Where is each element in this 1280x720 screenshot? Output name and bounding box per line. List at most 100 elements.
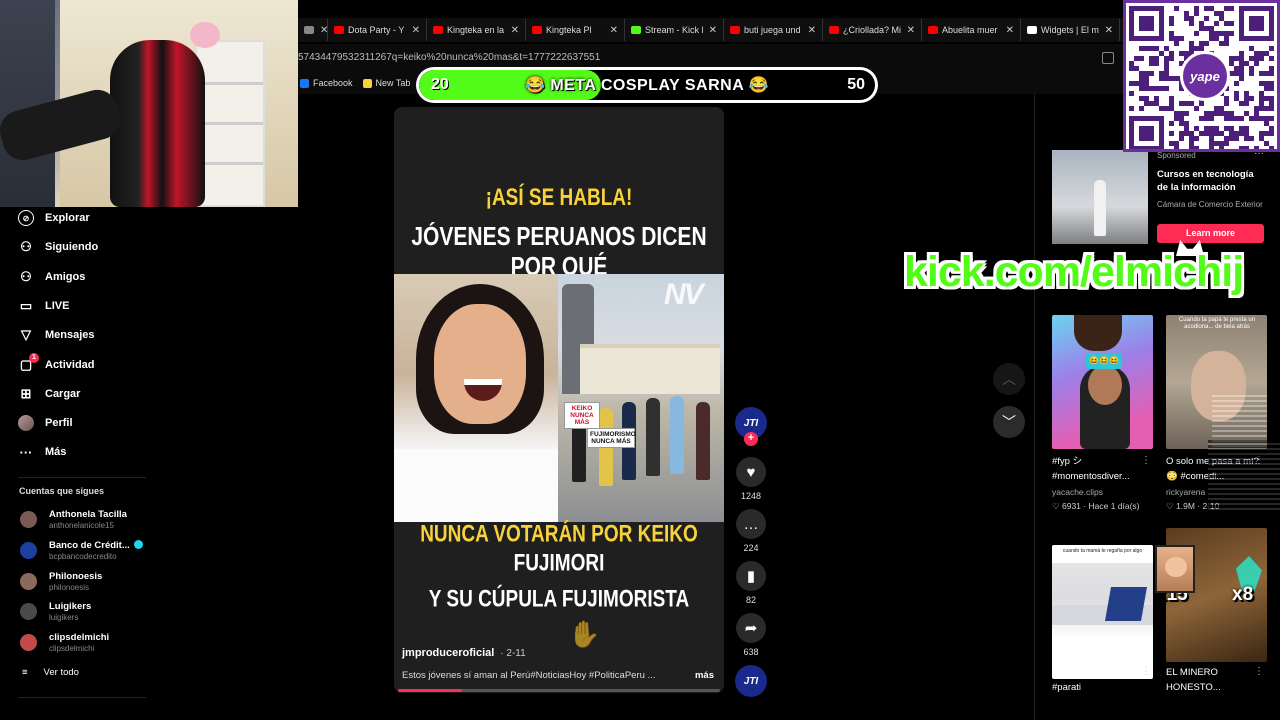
tab-close-icon[interactable]: ✕ <box>709 25 717 36</box>
meme-face <box>1165 557 1187 577</box>
qr-module <box>1264 121 1269 126</box>
recommended-video-thumbnail[interactable]: Cuando ta papá te presta un acodiona... … <box>1166 315 1267 449</box>
browser-tab-bar: ✕ Dota Party - Y ✕ Kingteka en la ✕ Kingteka … <box>298 18 1128 42</box>
recommended-video-thumbnail[interactable]: 😆😆😆 <box>1052 315 1153 449</box>
music-disc-icon[interactable]: JTI <box>735 665 767 697</box>
recommended-video-thumbnail[interactable]: cuando ta mamá te regaña por algo <box>1052 545 1153 679</box>
followed-account[interactable]: Anthonela Tacilla anthonelanicole15 <box>20 509 127 530</box>
recommended-video-title[interactable]: EL MINERO HONESTO... <box>1166 666 1268 695</box>
tab-close-icon[interactable]: ✕ <box>610 25 618 36</box>
video-progress-fill <box>398 689 463 692</box>
share-button[interactable]: ➦ 638 <box>736 613 766 657</box>
sidebar-item-perfil[interactable]: Perfil <box>18 415 73 432</box>
sidebar-item-explorar[interactable]: ⊘ Explorar <box>18 210 90 226</box>
qr-module <box>1189 21 1194 26</box>
sidebar-item-mensajes[interactable]: ▽ Mensajes <box>18 327 95 343</box>
qr-module <box>1259 91 1264 96</box>
tab-close-icon[interactable]: ✕ <box>808 25 816 36</box>
video-author[interactable]: jmproduceroficial · 2-11 <box>402 647 526 659</box>
qr-module <box>1179 136 1184 141</box>
browser-tab[interactable]: Stream - Kick D ✕ <box>625 19 724 41</box>
follow-plus-icon[interactable]: + <box>744 432 758 446</box>
account-username: anthonelanicole15 <box>49 521 114 530</box>
next-video-chevron-down-icon[interactable]: ﹀ <box>993 406 1025 438</box>
sidebar-item-actividad[interactable]: ▢ 1 Actividad <box>18 352 95 373</box>
qr-module <box>1259 136 1264 141</box>
ad-thumbnail[interactable] <box>1052 150 1148 244</box>
followed-account[interactable]: Philonoesis philonoesis <box>20 571 102 592</box>
qr-module <box>1209 31 1214 36</box>
share-icon[interactable]: ➦ <box>736 613 766 643</box>
qr-module <box>1244 126 1249 131</box>
qr-module <box>1219 16 1224 21</box>
card-more-icon[interactable]: ⋮ <box>1141 455 1151 466</box>
author-name[interactable]: jmproduceroficial <box>402 647 494 659</box>
bookmark[interactable]: Facebook <box>300 78 353 88</box>
qr-module <box>1144 46 1149 51</box>
followed-account[interactable]: clipsdelmichi clipsdelmichi <box>20 632 109 653</box>
sidebar-item-siguiendo[interactable]: ⚇ Siguiendo <box>18 239 98 255</box>
qr-module <box>1169 36 1174 41</box>
browser-tab[interactable]: Dota Party - Y ✕ <box>328 19 427 41</box>
description-more-button[interactable]: más <box>695 670 714 681</box>
sidebar-item-amigos[interactable]: ⚇ Amigos <box>18 269 85 285</box>
see-all-button[interactable]: ≡ Ver todo <box>22 667 79 678</box>
browser-tab[interactable]: Kingteka Pl ✕ <box>526 19 625 41</box>
extension-icon[interactable] <box>1102 52 1114 64</box>
avatar <box>20 572 37 590</box>
browser-tab[interactable]: Abuelita muer ✕ <box>922 19 1021 41</box>
browser-tab[interactable]: buti juega und ✕ <box>724 19 823 41</box>
tab-close-icon[interactable]: ✕ <box>907 25 915 36</box>
card-more-icon[interactable]: ⋮ <box>1254 666 1264 677</box>
qr-module <box>1219 131 1224 136</box>
followed-account[interactable]: Luigikers luigikers <box>20 601 91 622</box>
bookmark-icon[interactable]: ▮ <box>736 561 766 591</box>
save-button[interactable]: ▮ 82 <box>736 561 766 605</box>
tab-close-icon[interactable]: ✕ <box>511 25 519 36</box>
browser-tab[interactable]: Kingteka en la ✕ <box>427 19 526 41</box>
video-progress-bar[interactable] <box>398 689 720 692</box>
qr-module <box>1154 46 1159 51</box>
qr-module <box>1169 121 1174 126</box>
photo-building <box>580 344 720 394</box>
browser-tab[interactable]: ✕ <box>298 19 328 41</box>
followed-account[interactable]: Banco de Crédit... bcpbancodecredito <box>20 539 143 561</box>
tab-close-icon[interactable]: ✕ <box>1105 25 1113 36</box>
avatar <box>20 541 37 559</box>
card-more-icon[interactable]: ⋮ <box>1141 666 1151 677</box>
browser-tab[interactable]: ¿Criollada? Mi ✕ <box>823 19 922 41</box>
recommended-video-title[interactable]: humor xdddd#U #parati #parati <box>1052 666 1154 695</box>
previous-video-chevron-up-icon[interactable]: ︿ <box>993 363 1025 395</box>
qr-module <box>1249 56 1254 61</box>
qr-module <box>1234 66 1239 71</box>
tab-favicon <box>730 26 740 34</box>
recommended-video-user[interactable]: rickyarena <box>1166 487 1205 497</box>
tab-close-icon[interactable]: ✕ <box>412 25 420 36</box>
ad-title[interactable]: Cursos en tecnología de la información <box>1157 169 1265 195</box>
qr-module <box>1129 91 1134 96</box>
sidebar-item-cargar[interactable]: ⊞ Cargar <box>18 386 81 402</box>
video-player[interactable]: ¡ASÍ SE HABLA! JÓVENES PERUANOS DICEN PO… <box>394 107 724 693</box>
qr-module <box>1159 86 1164 91</box>
creator-avatar[interactable]: JTI + <box>735 407 767 446</box>
qr-module <box>1204 6 1209 11</box>
recommended-video-title[interactable]: #fyp シ #momentosdiver... <box>1052 455 1154 484</box>
qr-module <box>1259 96 1264 101</box>
like-button[interactable]: ♥ 1248 <box>736 457 766 501</box>
qr-module <box>1254 56 1259 61</box>
qr-module <box>1239 146 1244 149</box>
browser-tab[interactable]: Widgets | El mi ✕ <box>1021 19 1120 41</box>
sidebar-item-live[interactable]: ▭ LIVE <box>18 298 70 314</box>
sidebar-item-ms[interactable]: ··· Más <box>18 444 67 460</box>
comment-button[interactable]: … 224 <box>736 509 766 553</box>
bookmark[interactable]: New Tab <box>362 78 410 88</box>
comment-icon[interactable]: … <box>736 509 766 539</box>
recommended-video-user[interactable]: yacache.clips <box>1052 487 1103 497</box>
qr-module <box>1139 96 1144 101</box>
url-text[interactable]: 57434479532311267q=keiko%20nunca%20mas&t… <box>298 52 600 63</box>
ad-learn-more-button[interactable]: Learn more <box>1157 224 1264 243</box>
tab-close-icon[interactable]: ✕ <box>1006 25 1014 36</box>
qr-module <box>1139 106 1144 111</box>
heart-icon[interactable]: ♥ <box>736 457 766 487</box>
following-title: Cuentas que sigues <box>19 486 105 496</box>
